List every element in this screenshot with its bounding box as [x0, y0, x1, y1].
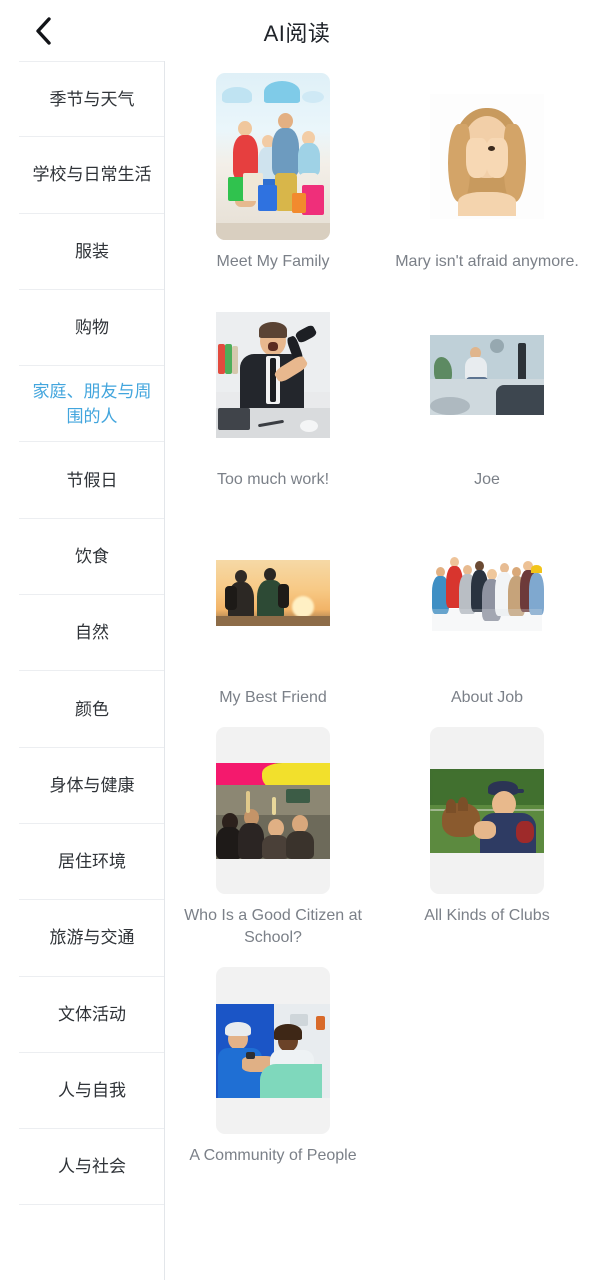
lesson-grid-scroll[interactable]: Meet My Family Mary isn't afraid anymore…	[166, 61, 594, 1280]
lesson-thumbnail	[430, 291, 544, 458]
lesson-title: Who Is a Good Citizen at School?	[184, 907, 362, 946]
lesson-title: Joe	[474, 471, 500, 488]
sidebar-item-label: 颜色	[75, 699, 109, 719]
lesson-grid: Meet My Family Mary isn't afraid anymore…	[166, 61, 594, 1185]
woman-covering-face-illustration	[430, 94, 544, 219]
lesson-thumbnail	[430, 509, 544, 676]
category-sidebar[interactable]: 季节与天气 学校与日常生活 服装 购物 家庭、朋友与周围的人 节假日 饮食 自然…	[19, 61, 165, 1280]
sidebar-item-label: 自然	[75, 623, 109, 643]
sidebar-item-12[interactable]: 文体活动	[19, 976, 164, 1053]
lesson-card[interactable]: Too much work!	[166, 291, 380, 491]
sidebar-item-13[interactable]: 人与自我	[19, 1052, 164, 1130]
lesson-card[interactable]: About Job	[380, 509, 594, 709]
children-parachute-illustration	[216, 762, 330, 859]
sidebar-item-label: 居住环境	[58, 852, 126, 872]
sidebar-item-4[interactable]: 家庭、朋友与周围的人	[19, 366, 164, 443]
lesson-thumbnail	[216, 509, 330, 676]
sidebar-item-14[interactable]: 人与社会	[19, 1129, 164, 1206]
sidebar-item-label: 购物	[75, 318, 109, 338]
doctor-and-child-illustration	[216, 1003, 330, 1098]
sidebar-item-5[interactable]: 节假日	[19, 442, 164, 519]
lesson-card[interactable]: All Kinds of Clubs	[380, 727, 594, 949]
lesson-card[interactable]: A Community of People	[166, 967, 380, 1167]
sidebar-item-8[interactable]: 颜色	[19, 671, 164, 748]
lesson-title: A Community of People	[189, 1147, 357, 1164]
sidebar-item-7[interactable]: 自然	[19, 595, 164, 672]
man-sitting-bed-illustration	[430, 334, 544, 415]
lesson-title: Mary isn't afraid anymore.	[395, 253, 579, 270]
lesson-card[interactable]: My Best Friend	[166, 509, 380, 709]
app-header: AI阅读	[0, 0, 594, 61]
family-shopping-illustration	[216, 73, 330, 240]
sidebar-item-label: 饮食	[75, 546, 109, 566]
sidebar-item-label: 家庭、朋友与周围的人	[32, 381, 152, 426]
sidebar-item-label: 节假日	[66, 470, 118, 490]
ai-reading-screen: AI阅读 季节与天气 学校与日常生活 服装 购物 家庭、朋友与周围的人 节假日	[0, 0, 594, 1280]
lesson-title: About Job	[450, 689, 524, 706]
page-title: AI阅读	[263, 21, 331, 46]
baseball-player-illustration	[430, 768, 544, 853]
sidebar-item-label: 身体与健康	[49, 775, 135, 795]
lesson-thumbnail	[216, 291, 330, 458]
sidebar-item-1[interactable]: 学校与日常生活	[19, 137, 164, 214]
lesson-title: Too much work!	[216, 471, 330, 488]
lesson-card[interactable]: Who Is a Good Citizen at School?	[166, 727, 380, 949]
angry-man-phone-illustration	[216, 311, 330, 438]
lesson-card[interactable]: Joe	[380, 291, 594, 491]
lesson-title: All Kinds of Clubs	[424, 907, 550, 924]
lesson-card[interactable]: Mary isn't afraid anymore.	[380, 73, 594, 273]
sidebar-item-label: 学校与日常生活	[32, 165, 152, 185]
two-friends-sunset-illustration	[216, 560, 330, 626]
lesson-thumbnail	[216, 73, 330, 240]
sidebar-item-label: 文体活动	[58, 1004, 126, 1024]
lesson-thumbnail	[216, 967, 330, 1134]
group-of-professionals-illustration	[430, 543, 544, 643]
sidebar-item-label: 服装	[75, 241, 109, 261]
lesson-title: Meet My Family	[216, 253, 330, 270]
lesson-title: My Best Friend	[219, 689, 327, 706]
sidebar-item-2[interactable]: 服装	[19, 213, 164, 290]
sidebar-item-11[interactable]: 旅游与交通	[19, 900, 164, 977]
sidebar-item-10[interactable]: 居住环境	[19, 823, 164, 901]
sidebar-item-label: 人与社会	[58, 1157, 126, 1177]
sidebar-item-3[interactable]: 购物	[19, 289, 164, 367]
sidebar-item-9[interactable]: 身体与健康	[19, 747, 164, 824]
lesson-thumbnail	[430, 73, 544, 240]
lesson-thumbnail	[430, 727, 544, 894]
sidebar-item-label: 季节与天气	[49, 89, 135, 109]
sidebar-item-0[interactable]: 季节与天气	[19, 61, 164, 138]
sidebar-item-label: 旅游与交通	[49, 928, 135, 948]
sidebar-item-label: 人与自我	[58, 1081, 126, 1100]
lesson-card[interactable]: Meet My Family	[166, 73, 380, 273]
lesson-thumbnail	[216, 727, 330, 894]
sidebar-item-6[interactable]: 饮食	[19, 518, 164, 596]
